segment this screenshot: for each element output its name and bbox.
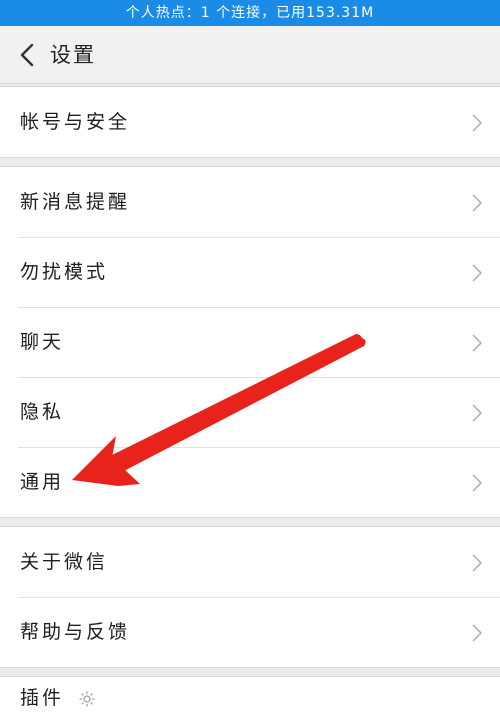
settings-item-label: 隐私	[20, 401, 65, 423]
status-bar-text: 个人热点：1 个连接，已用153.31M	[125, 5, 375, 21]
settings-item-do-not-disturb[interactable]: 勿扰模式	[0, 237, 500, 307]
settings-item-label: 帐号与安全	[20, 111, 131, 133]
settings-item-label-text: 插件	[20, 687, 65, 709]
chevron-right-icon	[472, 554, 482, 572]
settings-item-label: 插件	[20, 677, 95, 712]
settings-group-plugins: 插件	[0, 676, 500, 712]
settings-item-account-security[interactable]: 帐号与安全	[0, 87, 500, 157]
settings-item-label: 通用	[20, 471, 65, 493]
chevron-right-icon	[472, 114, 482, 132]
settings-item-notifications[interactable]: 新消息提醒	[0, 167, 500, 237]
settings-item-label: 帮助与反馈	[20, 621, 131, 643]
settings-item-general[interactable]: 通用	[0, 447, 500, 517]
back-button[interactable]	[12, 40, 42, 70]
chevron-right-icon	[472, 264, 482, 282]
settings-item-help-feedback[interactable]: 帮助与反馈	[0, 597, 500, 667]
page-title: 设置	[50, 43, 96, 67]
chevron-right-icon	[472, 624, 482, 642]
sun-icon	[79, 691, 95, 706]
settings-item-about-wechat[interactable]: 关于微信	[0, 527, 500, 597]
settings-item-label: 勿扰模式	[20, 261, 109, 283]
chevron-right-icon	[472, 474, 482, 492]
chevron-right-icon	[472, 194, 482, 212]
settings-group-main: 新消息提醒 勿扰模式 聊天 隐私 通用	[0, 166, 500, 518]
settings-group-account: 帐号与安全	[0, 86, 500, 158]
settings-group-about: 关于微信 帮助与反馈	[0, 526, 500, 668]
settings-item-plugins[interactable]: 插件	[0, 677, 500, 712]
chevron-right-icon	[472, 404, 482, 422]
settings-item-label: 关于微信	[20, 551, 109, 573]
chevron-left-icon	[20, 43, 34, 67]
settings-item-label: 聊天	[20, 331, 65, 353]
chevron-right-icon	[472, 334, 482, 352]
status-bar: 个人热点：1 个连接，已用153.31M	[0, 0, 500, 26]
settings-item-label: 新消息提醒	[20, 191, 131, 213]
nav-bar: 设置	[0, 26, 500, 84]
settings-item-chat[interactable]: 聊天	[0, 307, 500, 377]
settings-item-privacy[interactable]: 隐私	[0, 377, 500, 447]
